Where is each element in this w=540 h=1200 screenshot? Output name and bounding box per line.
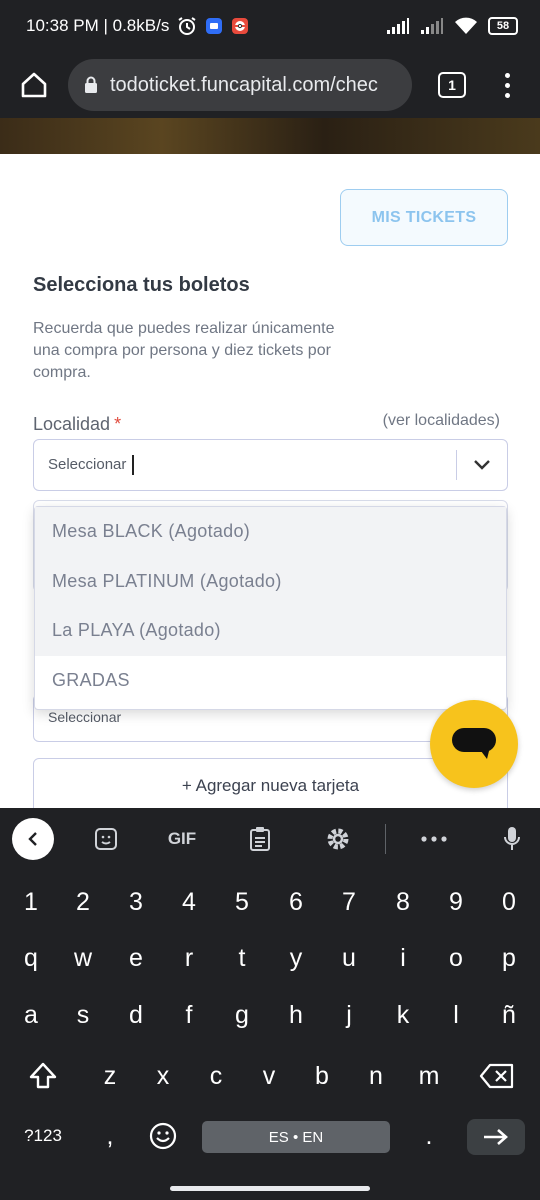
key-8[interactable]: 8 <box>377 874 429 930</box>
pokeball-app-icon <box>231 17 249 35</box>
clipboard-icon[interactable] <box>240 808 280 870</box>
backspace-icon[interactable] <box>468 1048 526 1104</box>
key-f[interactable]: f <box>163 987 215 1043</box>
key-m[interactable]: m <box>403 1048 455 1104</box>
emoji-icon[interactable] <box>137 1115 189 1157</box>
key-1[interactable]: 1 <box>5 874 57 930</box>
overflow-menu-icon[interactable] <box>502 72 512 98</box>
chat-bubble-icon <box>452 728 496 759</box>
key-c[interactable]: c <box>190 1048 242 1104</box>
keyboard-row-3: z x c v b n m <box>0 1048 540 1104</box>
chevron-down-icon[interactable] <box>457 459 507 471</box>
second-select-placeholder: Seleccionar <box>48 709 122 725</box>
key-j[interactable]: j <box>323 987 375 1043</box>
more-options-icon[interactable] <box>414 808 454 870</box>
key-i[interactable]: i <box>377 930 429 986</box>
key-9[interactable]: 9 <box>430 874 482 930</box>
key-x[interactable]: x <box>137 1048 189 1104</box>
key-n[interactable]: n <box>350 1048 402 1104</box>
wifi-icon <box>454 17 478 35</box>
key-e[interactable]: e <box>110 930 162 986</box>
localidad-label-text: Localidad <box>33 414 111 434</box>
url-text: todoticket.funcapital.com/chec <box>110 73 378 96</box>
home-icon[interactable] <box>14 65 54 105</box>
keyboard-row-2: a s d f g h j k l ñ <box>0 987 540 1043</box>
mis-tickets-button[interactable]: MIS TICKETS <box>340 189 508 246</box>
key-u[interactable]: u <box>323 930 375 986</box>
key-q[interactable]: q <box>5 930 57 986</box>
keyboard-row-bottom: ?123 , ES • EN . <box>0 1115 540 1171</box>
signal-icon <box>386 17 410 35</box>
section-title: Selecciona tus boletos <box>33 274 250 296</box>
localidad-dropdown-menu: Mesa BLACK (Agotado) Mesa PLATINUM (Agot… <box>34 506 507 710</box>
keyboard-row-numbers: 1 2 3 4 5 6 7 8 9 0 <box>0 874 540 930</box>
shift-icon[interactable] <box>14 1048 72 1104</box>
toolbar-divider <box>385 824 386 854</box>
localidad-select[interactable]: Seleccionar <box>33 439 508 491</box>
key-3[interactable]: 3 <box>110 874 162 930</box>
dropdown-option-mesa-black: Mesa BLACK (Agotado) <box>35 507 506 557</box>
symbols-key[interactable]: ?123 <box>10 1115 76 1157</box>
enter-arrow-icon[interactable] <box>467 1119 525 1155</box>
dropdown-option-la-playa: La PLAYA (Agotado) <box>35 606 506 656</box>
key-6[interactable]: 6 <box>270 874 322 930</box>
address-bar[interactable]: todoticket.funcapital.com/chec <box>68 59 412 111</box>
localidad-select-placeholder: Seleccionar <box>48 455 127 473</box>
soft-keyboard: GIF 1 2 3 4 5 6 7 8 9 0 q w e r t y u i … <box>0 808 540 1178</box>
key-r[interactable]: r <box>163 930 215 986</box>
key-enye[interactable]: ñ <box>483 987 535 1043</box>
gif-button[interactable]: GIF <box>162 808 202 870</box>
key-w[interactable]: w <box>57 930 109 986</box>
battery-icon: 58 <box>488 17 518 35</box>
alarm-icon <box>177 16 197 36</box>
key-t[interactable]: t <box>216 930 268 986</box>
key-s[interactable]: s <box>57 987 109 1043</box>
key-l[interactable]: l <box>430 987 482 1043</box>
settings-gear-icon[interactable] <box>318 808 358 870</box>
dropdown-option-gradas[interactable]: GRADAS <box>35 656 506 706</box>
key-p[interactable]: p <box>483 930 535 986</box>
key-v[interactable]: v <box>243 1048 295 1104</box>
system-navigation-bar <box>0 1178 540 1200</box>
required-mark: * <box>114 414 122 434</box>
status-bar: 10:38 PM | 0.8kB/s 58 <box>0 0 540 52</box>
key-period[interactable]: . <box>403 1115 455 1157</box>
section-description: Recuerda que puedes realizar únicamente … <box>33 320 335 381</box>
tab-switcher-button[interactable]: 1 <box>438 72 466 98</box>
collapse-toolbar-icon[interactable] <box>12 818 54 860</box>
key-a[interactable]: a <box>5 987 57 1043</box>
lock-icon <box>84 76 98 94</box>
key-7[interactable]: 7 <box>323 874 375 930</box>
key-g[interactable]: g <box>216 987 268 1043</box>
ver-localidades-link[interactable]: (ver localidades) <box>383 412 500 430</box>
localidad-label: Localidad * <box>33 414 121 435</box>
key-h[interactable]: h <box>270 987 322 1043</box>
chat-button[interactable] <box>430 700 518 788</box>
home-gesture-pill[interactable] <box>170 1186 370 1191</box>
messages-app-icon <box>205 17 223 35</box>
key-o[interactable]: o <box>430 930 482 986</box>
space-bar[interactable]: ES • EN <box>202 1121 390 1153</box>
microphone-icon[interactable] <box>492 808 532 870</box>
keyboard-toolbar: GIF <box>0 808 540 870</box>
keyboard-row-1: q w e r t y u i o p <box>0 930 540 986</box>
browser-toolbar: todoticket.funcapital.com/chec 1 <box>0 52 540 118</box>
key-b[interactable]: b <box>296 1048 348 1104</box>
key-2[interactable]: 2 <box>57 874 109 930</box>
status-time-speed: 10:38 PM | 0.8kB/s <box>26 16 170 35</box>
key-d[interactable]: d <box>110 987 162 1043</box>
key-y[interactable]: y <box>270 930 322 986</box>
key-5[interactable]: 5 <box>216 874 268 930</box>
key-z[interactable]: z <box>84 1048 136 1104</box>
checkout-page: MIS TICKETS Selecciona tus boletos Recue… <box>0 154 540 808</box>
sticker-icon[interactable] <box>86 808 126 870</box>
signal-2-icon <box>420 17 444 35</box>
key-comma[interactable]: , <box>84 1115 136 1157</box>
key-k[interactable]: k <box>377 987 429 1043</box>
event-banner-image <box>0 118 540 154</box>
text-cursor <box>132 455 135 475</box>
key-0[interactable]: 0 <box>483 874 535 930</box>
key-4[interactable]: 4 <box>163 874 215 930</box>
dropdown-option-mesa-platinum: Mesa PLATINUM (Agotado) <box>35 556 506 606</box>
